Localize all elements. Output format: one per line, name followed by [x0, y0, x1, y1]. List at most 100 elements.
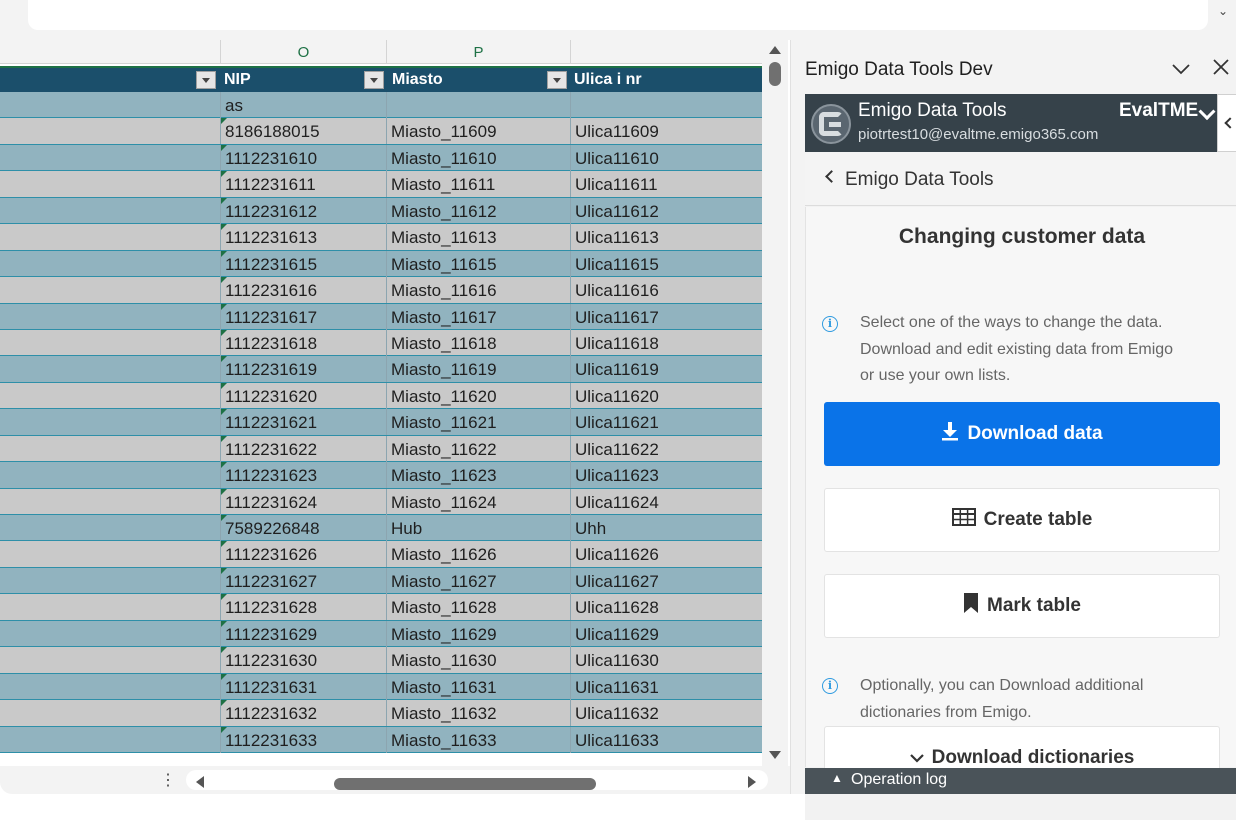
cell-nip[interactable]: 1112231616 [220, 277, 386, 304]
scroll-right-icon[interactable] [748, 776, 756, 788]
cell-city[interactable]: Miasto_11617 [386, 303, 570, 330]
cell-street[interactable]: Ulica11626 [570, 541, 762, 568]
cell-city[interactable]: Miasto_11620 [386, 382, 570, 409]
cell-street[interactable]: Ulica11612 [570, 197, 762, 224]
tenant-selector[interactable]: EvalTME [1119, 100, 1198, 122]
sidebar-toggle-icon[interactable] [1217, 94, 1236, 152]
cell-nip[interactable]: 1112231630 [220, 647, 386, 674]
cell-nip[interactable]: 1112231629 [220, 620, 386, 647]
cell-city[interactable]: Miasto_11619 [386, 356, 570, 383]
cell-street[interactable]: Ulica11619 [570, 356, 762, 383]
cell-city[interactable]: Miasto_11610 [386, 144, 570, 171]
operation-log-bar[interactable]: ▲ Operation log [805, 768, 1236, 794]
cell-city[interactable]: Miasto_11630 [386, 647, 570, 674]
cell-street[interactable]: Ulica11633 [570, 726, 762, 753]
cell-nip[interactable]: 1112231617 [220, 303, 386, 330]
cell-city[interactable]: Miasto_11613 [386, 224, 570, 251]
more-options-icon[interactable]: ⋮ [160, 770, 176, 790]
cell-city[interactable]: Miasto_11624 [386, 488, 570, 515]
column-letter-o[interactable]: O [220, 40, 386, 64]
cell-street[interactable]: Ulica11611 [570, 171, 762, 198]
cell-nip[interactable]: 1112231612 [220, 197, 386, 224]
cell-nip[interactable]: 1112231620 [220, 382, 386, 409]
spreadsheet-grid[interactable]: O P NIP Miasto Ulica i nr as 8186188015 Mi… [0, 40, 762, 766]
cell-nip[interactable]: 1112231618 [220, 329, 386, 356]
cell-city[interactable]: Miasto_11621 [386, 409, 570, 436]
cell-street[interactable]: Ulica11610 [570, 144, 762, 171]
close-icon[interactable] [1209, 56, 1233, 80]
filter-dropdown-icon[interactable] [547, 71, 567, 89]
horizontal-scroll-thumb[interactable] [334, 778, 596, 790]
cell-nip[interactable]: 1112231615 [220, 250, 386, 277]
download-data-button[interactable]: Download data [824, 402, 1220, 466]
cell-city[interactable]: Miasto_11631 [386, 673, 570, 700]
vertical-scrollbar[interactable] [762, 40, 788, 766]
cell-nip[interactable]: 1112231611 [220, 171, 386, 198]
cell-street[interactable]: Ulica11632 [570, 700, 762, 727]
cell-nip[interactable]: 8186188015 [220, 118, 386, 145]
cell-nip[interactable]: 1112231621 [220, 409, 386, 436]
cell-nip[interactable]: 1112231631 [220, 673, 386, 700]
cell-nip[interactable]: 1112231624 [220, 488, 386, 515]
cell-street[interactable]: Ulica11615 [570, 250, 762, 277]
cell-city[interactable] [386, 92, 570, 118]
cell-nip[interactable]: 7589226848 [220, 515, 386, 541]
caret-up-icon[interactable]: ▲ [831, 771, 843, 785]
cell-street[interactable]: Ulica11623 [570, 462, 762, 489]
cell-nip[interactable]: 1112231619 [220, 356, 386, 383]
scroll-up-icon[interactable] [769, 46, 781, 54]
cell-city[interactable]: Miasto_11609 [386, 118, 570, 145]
cell-city[interactable]: Miasto_11628 [386, 594, 570, 621]
create-table-button[interactable]: Create table [824, 488, 1220, 552]
cell-city[interactable]: Miasto_11629 [386, 620, 570, 647]
filter-dropdown-icon[interactable] [364, 71, 384, 89]
cell-nip[interactable]: 1112231632 [220, 700, 386, 727]
column-letter-q[interactable] [570, 40, 762, 64]
cell-nip[interactable]: 1112231623 [220, 462, 386, 489]
scroll-down-icon[interactable] [769, 751, 781, 759]
ribbon-expand-icon[interactable]: ⌄ [1218, 4, 1228, 18]
cell-nip[interactable]: as [220, 92, 386, 118]
cell-city[interactable]: Miasto_11618 [386, 329, 570, 356]
cell-city[interactable]: Miasto_11612 [386, 197, 570, 224]
cell-street[interactable]: Ulica11621 [570, 409, 762, 436]
cell-city[interactable]: Miasto_11627 [386, 567, 570, 594]
cell-nip[interactable]: 1112231610 [220, 144, 386, 171]
cell-street[interactable]: Ulica11622 [570, 435, 762, 462]
cell-city[interactable]: Miasto_11616 [386, 277, 570, 304]
cell-city[interactable]: Miasto_11611 [386, 171, 570, 198]
cell-street[interactable] [570, 92, 762, 118]
cell-nip[interactable]: 1112231622 [220, 435, 386, 462]
cell-street[interactable]: Ulica11617 [570, 303, 762, 330]
cell-city[interactable]: Miasto_11623 [386, 462, 570, 489]
cell-street[interactable]: Ulica11628 [570, 594, 762, 621]
cell-street[interactable]: Ulica11630 [570, 647, 762, 674]
operation-log-label[interactable]: Operation log [851, 771, 947, 789]
cell-street[interactable]: Uhh [570, 515, 762, 541]
cell-nip[interactable]: 1112231633 [220, 726, 386, 753]
filter-dropdown-icon[interactable] [196, 71, 216, 89]
cell-city[interactable]: Hub [386, 515, 570, 541]
cell-nip[interactable]: 1112231613 [220, 224, 386, 251]
breadcrumb-label[interactable]: Emigo Data Tools [845, 169, 994, 191]
scroll-left-icon[interactable] [196, 776, 204, 788]
cell-street[interactable]: Ulica11618 [570, 329, 762, 356]
cell-street[interactable]: Ulica11613 [570, 224, 762, 251]
breadcrumb[interactable]: Emigo Data Tools [805, 152, 1236, 206]
back-chevron-icon[interactable] [825, 170, 838, 183]
cell-city[interactable]: Miasto_11632 [386, 700, 570, 727]
cell-nip[interactable]: 1112231627 [220, 567, 386, 594]
cell-city[interactable]: Miasto_11615 [386, 250, 570, 277]
column-letter-p[interactable]: P [386, 40, 570, 64]
cell-city[interactable]: Miasto_11633 [386, 726, 570, 753]
mark-table-button[interactable]: Mark table [824, 574, 1220, 638]
cell-street[interactable]: Ulica11627 [570, 567, 762, 594]
scroll-thumb[interactable] [769, 62, 781, 86]
cell-street[interactable]: Ulica11629 [570, 620, 762, 647]
cell-street[interactable]: Ulica11620 [570, 382, 762, 409]
cell-nip[interactable]: 1112231626 [220, 541, 386, 568]
chevron-down-icon[interactable] [1169, 56, 1193, 80]
cell-city[interactable]: Miasto_11622 [386, 435, 570, 462]
cell-city[interactable]: Miasto_11626 [386, 541, 570, 568]
cell-street[interactable]: Ulica11631 [570, 673, 762, 700]
